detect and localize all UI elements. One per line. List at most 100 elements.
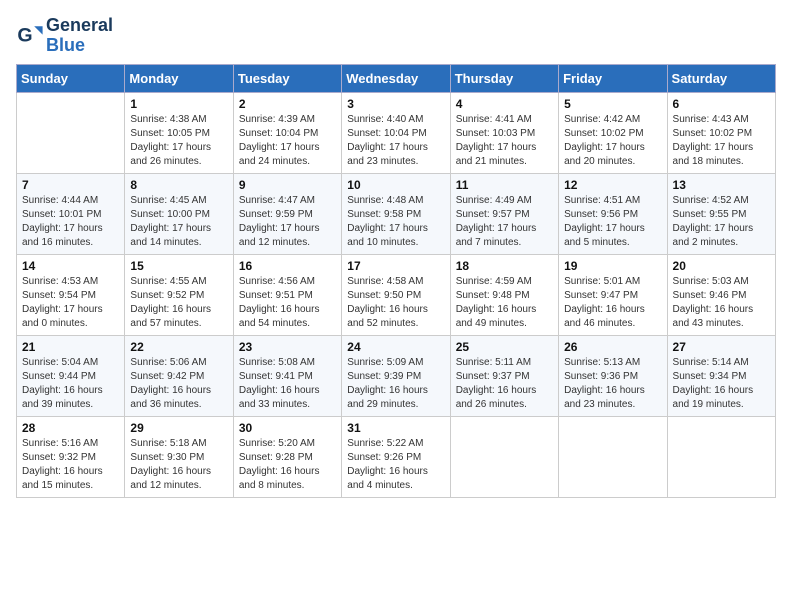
- calendar-week-row: 21 Sunrise: 5:04 AM Sunset: 9:44 PM Dayli…: [17, 335, 776, 416]
- day-info: Sunrise: 4:43 AM Sunset: 10:02 PM Daylig…: [673, 113, 770, 169]
- day-info: Sunrise: 5:09 AM Sunset: 9:39 PM Dayligh…: [347, 356, 444, 412]
- day-info: Sunrise: 4:59 AM Sunset: 9:48 PM Dayligh…: [456, 275, 553, 331]
- day-number: 26: [564, 340, 661, 354]
- calendar-day-cell: 28 Sunrise: 5:16 AM Sunset: 9:32 PM Dayli…: [17, 416, 125, 497]
- calendar-week-row: 28 Sunrise: 5:16 AM Sunset: 9:32 PM Dayli…: [17, 416, 776, 497]
- calendar-day-cell: 26 Sunrise: 5:13 AM Sunset: 9:36 PM Dayli…: [559, 335, 667, 416]
- day-info: Sunrise: 5:20 AM Sunset: 9:28 PM Dayligh…: [239, 437, 336, 493]
- day-header: Sunday: [17, 64, 125, 92]
- calendar-day-cell: [667, 416, 775, 497]
- calendar-day-cell: 10 Sunrise: 4:48 AM Sunset: 9:58 PM Dayli…: [342, 173, 450, 254]
- day-info: Sunrise: 5:03 AM Sunset: 9:46 PM Dayligh…: [673, 275, 770, 331]
- day-number: 3: [347, 97, 444, 111]
- day-info: Sunrise: 4:51 AM Sunset: 9:56 PM Dayligh…: [564, 194, 661, 250]
- calendar-day-cell: 5 Sunrise: 4:42 AM Sunset: 10:02 PM Dayli…: [559, 92, 667, 173]
- calendar-day-cell: 22Sunrise: 5:06 AM Sunset: 9:42 PM Dayli…: [125, 335, 233, 416]
- day-number: 14: [22, 259, 119, 273]
- calendar-day-cell: 25 Sunrise: 5:11 AM Sunset: 9:37 PM Dayli…: [450, 335, 558, 416]
- calendar-day-cell: 6Sunrise: 4:43 AM Sunset: 10:02 PM Dayli…: [667, 92, 775, 173]
- calendar-week-row: 7Sunrise: 4:44 AM Sunset: 10:01 PM Dayli…: [17, 173, 776, 254]
- day-info: Sunrise: 5:13 AM Sunset: 9:36 PM Dayligh…: [564, 356, 661, 412]
- calendar-day-cell: 1Sunrise: 4:38 AM Sunset: 10:05 PM Dayli…: [125, 92, 233, 173]
- day-number: 13: [673, 178, 770, 192]
- header: G General Blue: [16, 16, 776, 56]
- day-number: 16: [239, 259, 336, 273]
- day-number: 30: [239, 421, 336, 435]
- day-number: 12: [564, 178, 661, 192]
- day-number: 25: [456, 340, 553, 354]
- day-info: Sunrise: 5:18 AM Sunset: 9:30 PM Dayligh…: [130, 437, 227, 493]
- calendar-day-cell: 18 Sunrise: 4:59 AM Sunset: 9:48 PM Dayli…: [450, 254, 558, 335]
- calendar-day-cell: 8 Sunrise: 4:45 AM Sunset: 10:00 PM Dayli…: [125, 173, 233, 254]
- calendar-day-cell: 30 Sunrise: 5:20 AM Sunset: 9:28 PM Dayli…: [233, 416, 341, 497]
- calendar-day-cell: 24 Sunrise: 5:09 AM Sunset: 9:39 PM Dayli…: [342, 335, 450, 416]
- calendar-day-cell: 16 Sunrise: 4:56 AM Sunset: 9:51 PM Dayli…: [233, 254, 341, 335]
- day-info: Sunrise: 4:55 AM Sunset: 9:52 PM Dayligh…: [130, 275, 227, 331]
- svg-text:G: G: [17, 24, 32, 46]
- day-number: 31: [347, 421, 444, 435]
- calendar-day-cell: 9 Sunrise: 4:47 AM Sunset: 9:59 PM Daylig…: [233, 173, 341, 254]
- day-info: Sunrise: 4:45 AM Sunset: 10:00 PM Daylig…: [130, 194, 227, 250]
- day-header: Saturday: [667, 64, 775, 92]
- calendar-day-cell: 15Sunrise: 4:55 AM Sunset: 9:52 PM Dayli…: [125, 254, 233, 335]
- day-info: Sunrise: 4:48 AM Sunset: 9:58 PM Dayligh…: [347, 194, 444, 250]
- calendar-day-cell: 12 Sunrise: 4:51 AM Sunset: 9:56 PM Dayli…: [559, 173, 667, 254]
- logo-icon: G: [16, 22, 44, 50]
- calendar-day-cell: [17, 92, 125, 173]
- day-header: Friday: [559, 64, 667, 92]
- day-info: Sunrise: 5:11 AM Sunset: 9:37 PM Dayligh…: [456, 356, 553, 412]
- calendar-day-cell: 23 Sunrise: 5:08 AM Sunset: 9:41 PM Dayli…: [233, 335, 341, 416]
- day-header: Wednesday: [342, 64, 450, 92]
- day-number: 10: [347, 178, 444, 192]
- day-info: Sunrise: 4:49 AM Sunset: 9:57 PM Dayligh…: [456, 194, 553, 250]
- day-number: 4: [456, 97, 553, 111]
- logo-text-line1: General: [46, 16, 113, 36]
- logo: G General Blue: [16, 16, 113, 56]
- day-number: 8: [130, 178, 227, 192]
- calendar-header: SundayMondayTuesdayWednesdayThursdayFrid…: [17, 64, 776, 92]
- day-info: Sunrise: 4:56 AM Sunset: 9:51 PM Dayligh…: [239, 275, 336, 331]
- day-number: 24: [347, 340, 444, 354]
- day-number: 19: [564, 259, 661, 273]
- day-number: 11: [456, 178, 553, 192]
- calendar-day-cell: 14 Sunrise: 4:53 AM Sunset: 9:54 PM Dayli…: [17, 254, 125, 335]
- day-number: 21: [22, 340, 119, 354]
- calendar-body: 1Sunrise: 4:38 AM Sunset: 10:05 PM Dayli…: [17, 92, 776, 497]
- calendar-table: SundayMondayTuesdayWednesdayThursdayFrid…: [16, 64, 776, 498]
- calendar-day-cell: 4Sunrise: 4:41 AM Sunset: 10:03 PM Dayli…: [450, 92, 558, 173]
- calendar-day-cell: [450, 416, 558, 497]
- day-number: 2: [239, 97, 336, 111]
- day-info: Sunrise: 5:22 AM Sunset: 9:26 PM Dayligh…: [347, 437, 444, 493]
- day-info: Sunrise: 4:47 AM Sunset: 9:59 PM Dayligh…: [239, 194, 336, 250]
- day-number: 27: [673, 340, 770, 354]
- day-info: Sunrise: 4:58 AM Sunset: 9:50 PM Dayligh…: [347, 275, 444, 331]
- day-info: Sunrise: 4:39 AM Sunset: 10:04 PM Daylig…: [239, 113, 336, 169]
- calendar-day-cell: 31 Sunrise: 5:22 AM Sunset: 9:26 PM Dayli…: [342, 416, 450, 497]
- day-info: Sunrise: 5:04 AM Sunset: 9:44 PM Dayligh…: [22, 356, 119, 412]
- calendar-day-cell: 19Sunrise: 5:01 AM Sunset: 9:47 PM Dayli…: [559, 254, 667, 335]
- day-info: Sunrise: 5:14 AM Sunset: 9:34 PM Dayligh…: [673, 356, 770, 412]
- day-number: 23: [239, 340, 336, 354]
- day-info: Sunrise: 4:40 AM Sunset: 10:04 PM Daylig…: [347, 113, 444, 169]
- day-info: Sunrise: 4:53 AM Sunset: 9:54 PM Dayligh…: [22, 275, 119, 331]
- calendar-day-cell: 2 Sunrise: 4:39 AM Sunset: 10:04 PM Dayli…: [233, 92, 341, 173]
- logo-text-line2: Blue: [46, 36, 113, 56]
- calendar-week-row: 1Sunrise: 4:38 AM Sunset: 10:05 PM Dayli…: [17, 92, 776, 173]
- day-info: Sunrise: 4:44 AM Sunset: 10:01 PM Daylig…: [22, 194, 119, 250]
- day-info: Sunrise: 4:42 AM Sunset: 10:02 PM Daylig…: [564, 113, 661, 169]
- day-number: 28: [22, 421, 119, 435]
- calendar-day-cell: 3 Sunrise: 4:40 AM Sunset: 10:04 PM Dayli…: [342, 92, 450, 173]
- calendar-day-cell: 29 Sunrise: 5:18 AM Sunset: 9:30 PM Dayli…: [125, 416, 233, 497]
- day-number: 5: [564, 97, 661, 111]
- day-number: 29: [130, 421, 227, 435]
- calendar-day-cell: 11 Sunrise: 4:49 AM Sunset: 9:57 PM Dayli…: [450, 173, 558, 254]
- calendar-day-cell: [559, 416, 667, 497]
- day-info: Sunrise: 4:52 AM Sunset: 9:55 PM Dayligh…: [673, 194, 770, 250]
- calendar-day-cell: 20 Sunrise: 5:03 AM Sunset: 9:46 PM Dayli…: [667, 254, 775, 335]
- day-number: 20: [673, 259, 770, 273]
- day-info: Sunrise: 5:08 AM Sunset: 9:41 PM Dayligh…: [239, 356, 336, 412]
- day-info: Sunrise: 5:06 AM Sunset: 9:42 PM Dayligh…: [130, 356, 227, 412]
- day-number: 9: [239, 178, 336, 192]
- day-number: 18: [456, 259, 553, 273]
- day-info: Sunrise: 5:16 AM Sunset: 9:32 PM Dayligh…: [22, 437, 119, 493]
